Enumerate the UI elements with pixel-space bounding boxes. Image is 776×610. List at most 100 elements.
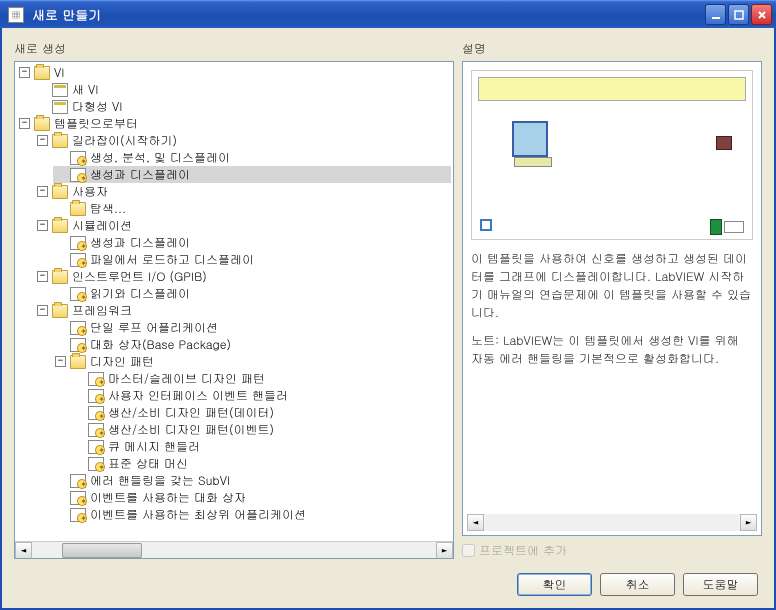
scroll-thumb[interactable]: [62, 543, 142, 558]
tree-item-label: 이벤트를 사용하는 대화 상자: [90, 489, 246, 506]
template-icon: [70, 321, 86, 335]
folder-icon: [52, 304, 68, 318]
template-icon: [88, 389, 104, 403]
tree-item[interactable]: − 인스트루먼트 I/O (GPIB): [35, 268, 451, 285]
tree-item[interactable]: 생산/소비 디자인 패턴(데이터): [71, 404, 451, 421]
tree-item[interactable]: −디자인 패턴: [53, 353, 451, 370]
folder-icon: [34, 66, 50, 80]
tree-item[interactable]: 읽기와 디스플레이: [53, 285, 451, 302]
template-icon: [70, 287, 86, 301]
collapse-icon[interactable]: −: [37, 271, 48, 282]
desc-scroll-right-arrow[interactable]: ►: [740, 514, 757, 531]
template-icon: [70, 474, 86, 488]
tree-horizontal-scrollbar[interactable]: ◄ ►: [15, 541, 453, 558]
maximize-button[interactable]: [728, 4, 749, 25]
tree-item[interactable]: 대화 상자(Base Package): [53, 336, 451, 353]
minimize-icon: [711, 10, 721, 20]
template-icon: [70, 338, 86, 352]
close-button[interactable]: [751, 4, 772, 25]
collapse-icon[interactable]: −: [37, 186, 48, 197]
vi-icon: [52, 100, 68, 114]
add-to-project-label: 프로젝트에 추가: [479, 542, 567, 559]
tree-item[interactable]: 탐색...: [53, 200, 451, 217]
description-paragraph-2: 노트: LabVIEW는 이 템플릿에서 생성한 VI를 위해 자동 에러 핸들…: [471, 332, 753, 368]
tree-item[interactable]: 큐 메시지 핸들러: [71, 438, 451, 455]
tree-item-label: 마스터/슬레이브 디자인 패턴: [108, 370, 265, 387]
close-icon: [757, 10, 767, 20]
tree-item-label: 다형성 VI: [72, 98, 122, 115]
folder-icon: [52, 134, 68, 148]
tree-item-label: 큐 메시지 핸들러: [108, 438, 200, 455]
tree-item[interactable]: − 사용자: [35, 183, 451, 200]
tree-item-label: 길라잡이(시작하기): [72, 132, 177, 149]
cancel-button[interactable]: 취소: [600, 573, 675, 596]
tree-item[interactable]: 파일에서 로드하고 디스플레이: [53, 251, 451, 268]
scroll-right-arrow[interactable]: ►: [436, 542, 453, 559]
collapse-icon[interactable]: −: [55, 356, 66, 367]
collapse-icon[interactable]: −: [37, 135, 48, 146]
desc-scroll-left-arrow[interactable]: ◄: [467, 514, 484, 531]
right-panel-label: 설명: [462, 40, 762, 57]
tree-item[interactable]: 마스터/슬레이브 디자인 패턴: [71, 370, 451, 387]
collapse-icon[interactable]: −: [19, 67, 30, 78]
tree-item[interactable]: − 길라잡이(시작하기): [35, 132, 451, 149]
description-paragraph-1: 이 템플릿을 사용하여 신호를 생성하고 생성된 데이터를 그래프에 디스플레이…: [471, 250, 753, 322]
tree-item[interactable]: 이벤트를 사용하는 대화 상자: [53, 489, 451, 506]
tree-item-label: 읽기와 디스플레이: [90, 285, 190, 302]
template-icon: [70, 508, 86, 522]
collapse-icon[interactable]: −: [19, 118, 30, 129]
tree-item[interactable]: 단일 루프 어플리케이션: [53, 319, 451, 336]
vi-icon: [52, 83, 68, 97]
tree-item[interactable]: 생성과 디스플레이: [53, 234, 451, 251]
scroll-left-arrow[interactable]: ◄: [15, 542, 32, 559]
folder-icon: [52, 270, 68, 284]
tree-item-label: 사용자 인터페이스 이벤트 핸들러: [108, 387, 288, 404]
tree-item[interactable]: 에러 핸들링을 갖는 SubVI: [53, 472, 451, 489]
tree-item-label: 에러 핸들링을 갖는 SubVI: [90, 472, 230, 489]
tree-item-label: 탐색...: [90, 200, 126, 217]
tree-item-label: 이벤트를 사용하는 최상위 어플리케이션: [90, 506, 306, 523]
tree-item-label: 생산/소비 디자인 패턴(데이터): [108, 404, 274, 421]
tree-view[interactable]: −VI새 VI다형성 VI−템플릿으로부터−길라잡이(시작하기)생성, 분석, …: [14, 61, 454, 559]
tree-item[interactable]: −프레임워크: [35, 302, 451, 319]
tree-item[interactable]: 생성과 디스플레이: [53, 166, 451, 183]
template-icon: [88, 457, 104, 471]
minimize-button[interactable]: [705, 4, 726, 25]
tree-item[interactable]: 사용자 인터페이스 이벤트 핸들러: [71, 387, 451, 404]
folder-icon: [52, 219, 68, 233]
tree-item-label: 생성, 분석, 및 디스플레이: [90, 149, 230, 166]
tree-item-label: 생성과 디스플레이: [90, 166, 190, 183]
help-button[interactable]: 도움말: [683, 573, 758, 596]
tree-item[interactable]: 생산/소비 디자인 패턴(이벤트): [71, 421, 451, 438]
tree-item-label: 템플릿으로부터: [54, 115, 138, 132]
tree-item[interactable]: − VI: [17, 64, 451, 81]
collapse-icon[interactable]: −: [37, 220, 48, 231]
collapse-icon[interactable]: −: [37, 305, 48, 316]
tree-item-label: 생성과 디스플레이: [90, 234, 190, 251]
tree-item-label: VI: [54, 64, 64, 81]
folder-icon: [34, 117, 50, 131]
tree-item-label: 대화 상자(Base Package): [90, 336, 231, 353]
tree-item-label: 인스트루먼트 I/O (GPIB): [72, 268, 207, 285]
tree-item[interactable]: − 템플릿으로부터: [17, 115, 451, 132]
tree-item[interactable]: 이벤트를 사용하는 최상위 어플리케이션: [53, 506, 451, 523]
tree-item[interactable]: 새 VI: [35, 81, 451, 98]
tree-item-label: 새 VI: [72, 81, 98, 98]
tree-item[interactable]: −시뮬레이션: [35, 217, 451, 234]
tree-item-label: 사용자: [72, 183, 108, 200]
tree-item-label: 파일에서 로드하고 디스플레이: [90, 251, 254, 268]
titlebar: ▦ 새로 만들기: [0, 0, 776, 28]
template-icon: [88, 406, 104, 420]
template-icon: [70, 236, 86, 250]
app-icon: ▦: [8, 7, 24, 23]
ok-button[interactable]: 확인: [517, 573, 592, 596]
left-panel-label: 새로 생성: [14, 40, 454, 57]
tree-item[interactable]: 표준 상태 머신: [71, 455, 451, 472]
template-icon: [88, 423, 104, 437]
tree-item[interactable]: 다형성 VI: [35, 98, 451, 115]
add-to-project-checkbox: [462, 544, 475, 557]
description-horizontal-scrollbar[interactable]: ◄ ►: [467, 514, 757, 531]
folder-icon: [52, 185, 68, 199]
tree-item[interactable]: 생성, 분석, 및 디스플레이: [53, 149, 451, 166]
description-panel: 이 템플릿을 사용하여 신호를 생성하고 생성된 데이터를 그래프에 디스플레이…: [462, 61, 762, 536]
